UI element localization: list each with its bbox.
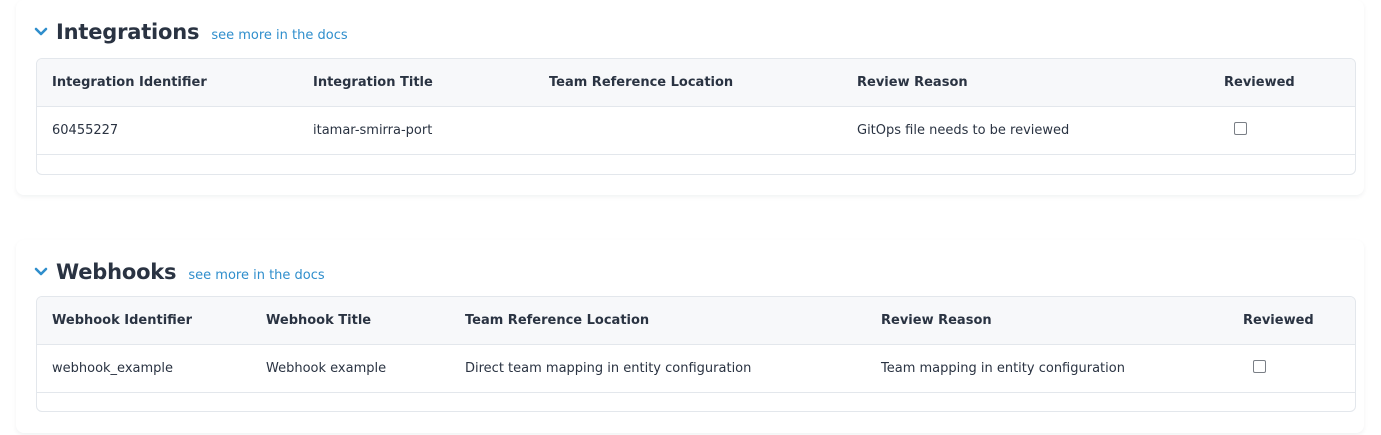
- cell-reviewed: [1228, 344, 1355, 393]
- column-header-title[interactable]: Integration Title: [298, 59, 534, 107]
- integrations-section: Integrations see more in the docs Integr…: [16, 0, 1364, 195]
- webhooks-title: Webhooks: [56, 260, 177, 284]
- table-header-row: Integration Identifier Integration Title…: [37, 59, 1355, 107]
- webhooks-section: Webhooks see more in the docs Webhook Id…: [16, 240, 1364, 433]
- cell-review-reason: GitOps file needs to be reviewed: [842, 106, 1209, 155]
- cell-identifier: 60455227: [37, 106, 298, 155]
- column-header-team-reference[interactable]: Team Reference Location: [534, 59, 842, 107]
- column-header-team-reference[interactable]: Team Reference Location: [450, 297, 866, 345]
- table-row: 60455227 itamar-smirra-port GitOps file …: [37, 106, 1355, 155]
- cell-title: itamar-smirra-port: [298, 106, 534, 155]
- cell-reviewed: [1209, 106, 1355, 155]
- webhooks-table: Webhook Identifier Webhook Title Team Re…: [36, 296, 1356, 412]
- reviewed-checkbox[interactable]: [1253, 359, 1266, 373]
- integrations-header: Integrations see more in the docs: [32, 20, 348, 44]
- integrations-title: Integrations: [56, 20, 200, 44]
- table-row: webhook_example Webhook example Direct t…: [37, 344, 1355, 393]
- cell-title: Webhook example: [251, 344, 450, 393]
- reviewed-checkbox[interactable]: [1234, 121, 1247, 135]
- webhooks-header: Webhooks see more in the docs: [32, 260, 325, 284]
- webhooks-docs-link[interactable]: see more in the docs: [188, 268, 324, 283]
- integrations-docs-link[interactable]: see more in the docs: [211, 28, 347, 43]
- cell-team-reference: Direct team mapping in entity configurat…: [450, 344, 866, 393]
- column-header-identifier[interactable]: Integration Identifier: [37, 59, 298, 107]
- column-header-identifier[interactable]: Webhook Identifier: [37, 297, 251, 345]
- integrations-table: Integration Identifier Integration Title…: [36, 58, 1356, 175]
- column-header-reviewed[interactable]: Reviewed: [1228, 297, 1355, 345]
- chevron-down-icon[interactable]: [32, 22, 54, 42]
- cell-identifier: webhook_example: [37, 344, 251, 393]
- column-header-review-reason[interactable]: Review Reason: [866, 297, 1228, 345]
- cell-team-reference: [534, 106, 842, 155]
- column-header-title[interactable]: Webhook Title: [251, 297, 450, 345]
- column-header-review-reason[interactable]: Review Reason: [842, 59, 1209, 107]
- cell-review-reason: Team mapping in entity configuration: [866, 344, 1228, 393]
- table-header-row: Webhook Identifier Webhook Title Team Re…: [37, 297, 1355, 345]
- chevron-down-icon[interactable]: [32, 262, 54, 282]
- column-header-reviewed[interactable]: Reviewed: [1209, 59, 1355, 107]
